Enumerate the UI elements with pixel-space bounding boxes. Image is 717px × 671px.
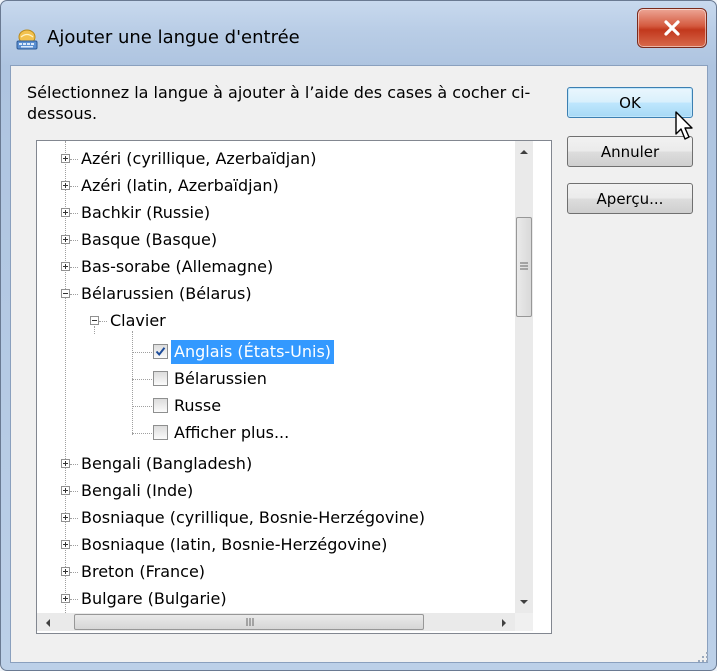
tree-item-language[interactable]: Bachkir (Russie) xyxy=(37,200,517,227)
tree-item-label: Bosniaque (cyrillique, Bosnie-Herzégovin… xyxy=(81,508,425,527)
tree-item-language[interactable]: Bosniaque (latin, Bosnie-Herzégovine) xyxy=(37,532,517,559)
tree-item-label: Bulgare (Bulgarie) xyxy=(81,589,227,608)
tree-item-label: Clavier xyxy=(110,311,166,330)
tree-item-language[interactable]: Bengali (Bangladesh) xyxy=(37,451,517,478)
expand-icon[interactable] xyxy=(61,208,70,217)
expand-icon[interactable] xyxy=(61,540,70,549)
tree-item-label: Bengali (Inde) xyxy=(81,481,194,500)
collapse-icon[interactable] xyxy=(61,289,70,298)
tree-item-label: Bengali (Bangladesh) xyxy=(81,454,253,473)
tree-item-language-expanded[interactable]: Bélarussien (Bélarus) xyxy=(37,281,517,308)
scroll-right-icon[interactable] xyxy=(501,618,507,628)
scrollbar-thumb[interactable] xyxy=(516,217,532,317)
scrollbar-thumb[interactable] xyxy=(74,614,424,630)
tree-item-group-keyboard[interactable]: Clavier xyxy=(37,308,517,335)
tree-item-label: Breton (France) xyxy=(81,562,206,581)
expand-icon[interactable] xyxy=(61,154,70,163)
expand-icon[interactable] xyxy=(61,594,70,603)
window-title: Ajouter une langue d'entrée xyxy=(47,27,300,48)
close-icon xyxy=(664,20,680,36)
collapse-icon[interactable] xyxy=(90,316,99,325)
tree-item-label: Russe xyxy=(174,396,222,415)
expand-icon[interactable] xyxy=(61,513,70,522)
tree-item-language[interactable]: Breton (France) xyxy=(37,559,517,586)
tree-item-label-selected: Anglais (États-Unis) xyxy=(171,340,335,364)
expand-icon[interactable] xyxy=(61,486,70,495)
mouse-pointer-icon xyxy=(675,111,693,140)
tree-item-language[interactable]: Bosniaque (cyrillique, Bosnie-Herzégovin… xyxy=(37,505,517,532)
resize-grip-icon[interactable] xyxy=(697,651,709,663)
expand-icon[interactable] xyxy=(61,459,70,468)
tree-item-label: Basque (Basque) xyxy=(81,230,218,249)
tree-item-label: Bas-sorabe (Allemagne) xyxy=(81,257,274,276)
tree-item-language[interactable]: Azéri (latin, Azerbaïdjan) xyxy=(37,173,517,200)
tree-item-keyboard[interactable]: Bélarussien xyxy=(37,366,517,393)
scroll-down-icon[interactable] xyxy=(519,599,529,605)
close-button[interactable] xyxy=(637,8,707,48)
tree-item-language[interactable]: Bengali (Inde) xyxy=(37,478,517,505)
checkbox-unchecked[interactable] xyxy=(153,425,168,440)
tree-item-label: Azéri (cyrillique, Azerbaïdjan) xyxy=(81,149,317,168)
checkbox-unchecked[interactable] xyxy=(153,398,168,413)
horizontal-scrollbar[interactable] xyxy=(37,613,515,631)
checkmark-icon xyxy=(155,347,166,357)
tree-item-language[interactable]: Bas-sorabe (Allemagne) xyxy=(37,254,517,281)
tree-item-language[interactable]: Azéri (cyrillique, Azerbaïdjan) xyxy=(37,146,517,173)
grip-icon xyxy=(246,618,254,626)
tree-item-keyboard[interactable]: Russe xyxy=(37,393,517,420)
expand-icon[interactable] xyxy=(61,181,70,190)
tree-item-keyboard[interactable]: Afficher plus... xyxy=(37,420,517,447)
instruction-text: Sélectionnez la langue à ajouter à l’aid… xyxy=(27,83,531,123)
tree-item-label: Bosniaque (latin, Bosnie-Herzégovine) xyxy=(81,535,388,554)
expand-icon[interactable] xyxy=(61,235,70,244)
keyboard-globe-icon xyxy=(15,28,39,52)
tree-item-label: Bélarussien xyxy=(174,369,267,388)
scroll-left-icon[interactable] xyxy=(45,618,51,628)
vertical-scrollbar[interactable] xyxy=(515,141,533,613)
tree-item-label: Azéri (latin, Azerbaïdjan) xyxy=(81,176,279,195)
language-tree[interactable]: Azéri (cyrillique, Azerbaïdjan) Azéri (l… xyxy=(36,140,552,634)
tree-item-label: Bachkir (Russie) xyxy=(81,203,211,222)
tree-item-keyboard[interactable]: Anglais (États-Unis) xyxy=(37,339,517,366)
preview-button[interactable]: Aperçu... xyxy=(567,183,693,214)
title-bar[interactable]: Ajouter une langue d'entrée xyxy=(1,1,716,63)
expand-icon[interactable] xyxy=(61,567,70,576)
tree-item-language[interactable]: Basque (Basque) xyxy=(37,227,517,254)
checkbox-unchecked[interactable] xyxy=(153,371,168,386)
scroll-up-icon[interactable] xyxy=(519,149,529,155)
tree-item-label: Afficher plus... xyxy=(174,423,290,442)
scrollbar-corner xyxy=(515,613,533,631)
checkbox-checked[interactable] xyxy=(153,344,168,359)
expand-icon[interactable] xyxy=(61,262,70,271)
tree-item-language[interactable]: Bulgare (Bulgarie) xyxy=(37,586,517,613)
grip-icon xyxy=(520,262,528,270)
tree-item-label: Bélarussien (Bélarus) xyxy=(81,284,252,303)
